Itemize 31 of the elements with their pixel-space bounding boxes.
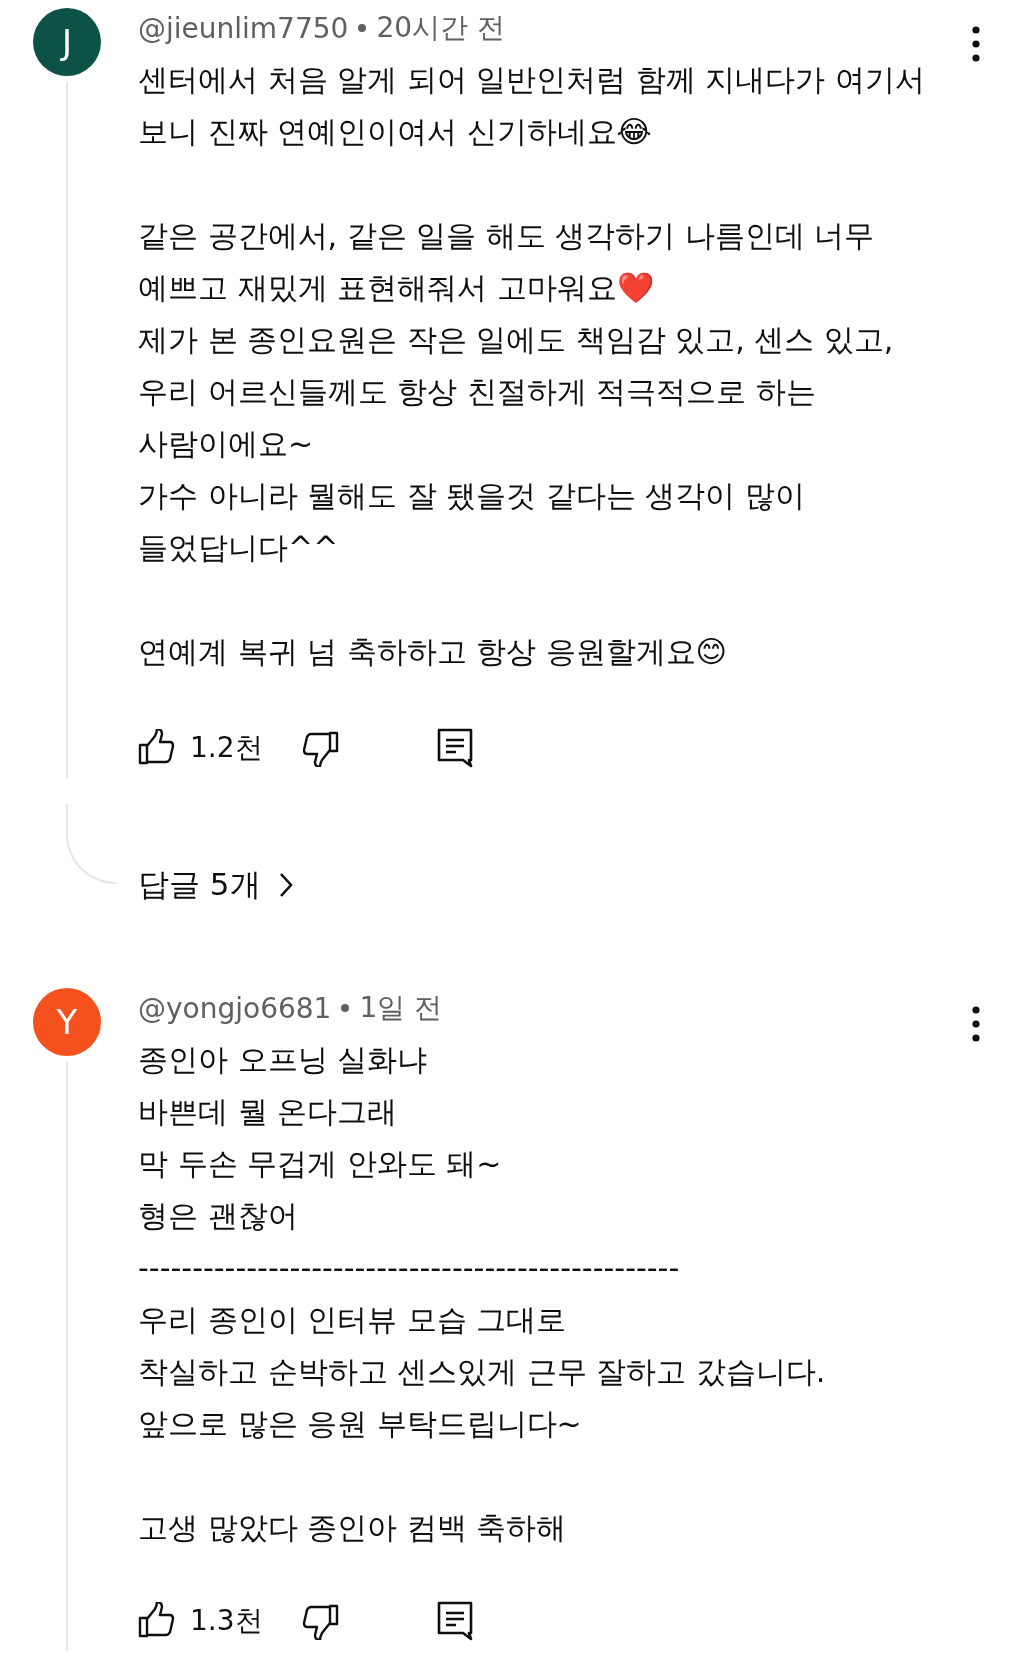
like-count: 1.2천 xyxy=(190,730,263,766)
replies-link[interactable]: 답글 5개 xyxy=(138,858,293,912)
reply-button[interactable] xyxy=(436,728,473,768)
more-menu-icon[interactable] xyxy=(972,1006,980,1042)
separator-dot xyxy=(358,24,367,32)
thumbs-up-icon xyxy=(138,1602,176,1640)
like-count: 1.3천 xyxy=(190,1603,263,1639)
comment-text: 같은 공간에서, 같은 일을 해도 생각하기 나름인데 너무 예쁘고 재밌게 표현해줘서 고마워요❤ 제가 본 종인요원은 작은 일에도 책임감 있고, 센스 있고, 우리 어르신들께도 항상 친절하게 적극적으로 하는 사람이에요~ 가수 아니라 뭘해도 잘 됐을것 같다는 생각이 많이 들었답니다^^ xyxy=(138,217,895,567)
like-button[interactable] xyxy=(138,1602,176,1640)
author-name[interactable]: @jieunlim7750 xyxy=(138,11,349,45)
comment-text: 연예계 복귀 넘 축하하고 항상 응원할게요😊 xyxy=(138,633,728,671)
like-button[interactable] xyxy=(138,729,176,767)
dislike-button[interactable] xyxy=(300,729,339,767)
chevron-right-icon xyxy=(278,872,293,898)
comment-text: 고생 많았다 종인아 컴백 축하해 xyxy=(138,1509,568,1547)
reply-button[interactable] xyxy=(436,1601,473,1641)
avatar[interactable]: J xyxy=(33,8,101,76)
separator-dot xyxy=(341,1004,350,1012)
more-menu-icon[interactable] xyxy=(972,26,980,62)
comment-icon xyxy=(436,1601,473,1641)
comment-icon xyxy=(436,728,473,768)
dislike-button[interactable] xyxy=(300,1602,339,1640)
thumbs-down-icon xyxy=(300,729,339,767)
comment-text: 센터에서 처음 알게 되어 일반인처럼 함께 지내다가 여기서 보니 진짜 연예인이여서 신기하네요😂 xyxy=(138,61,926,151)
timestamp: 1일 전 xyxy=(359,990,443,1026)
comment-text: 종인아 오프닝 실화냐 바쁜데 뭘 온다그래 막 두손 무겁게 안와도 돼~ 형은 괜찮어 -------------------------------------------------- 우리 종인이 인터뷰 모습 그대로 착실하고 순박하고 센스있게 근무 잘하고 갔습니다. 앞으로 많은 응원 부탁드립니다~ xyxy=(138,1041,827,1443)
timestamp: 20시간 전 xyxy=(376,10,505,46)
avatar[interactable]: Y xyxy=(33,988,101,1056)
thumbs-up-icon xyxy=(138,729,176,767)
thumbs-down-icon xyxy=(300,1602,339,1640)
author-name[interactable]: @yongjo6681 xyxy=(138,991,332,1025)
